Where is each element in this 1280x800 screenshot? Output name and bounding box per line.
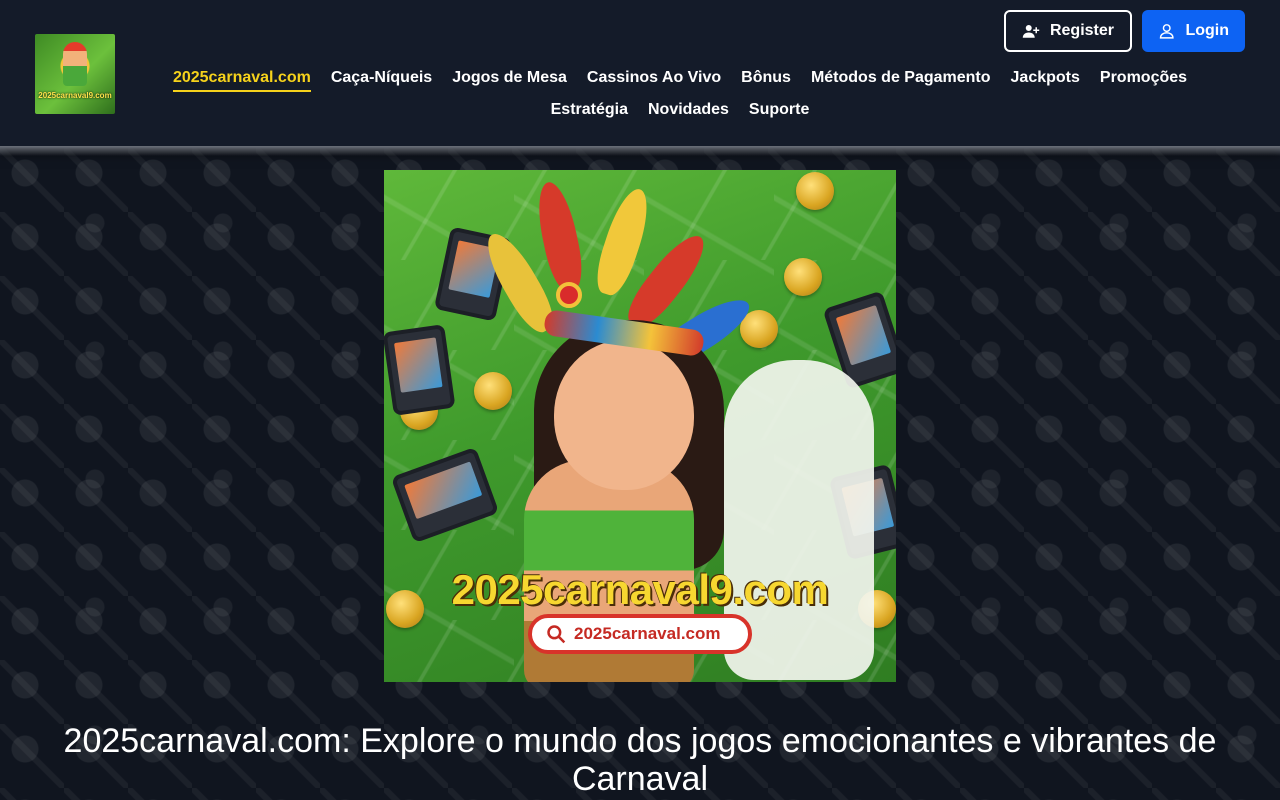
nav-item-live-casinos[interactable]: Cassinos Ao Vivo [587, 68, 721, 92]
register-label: Register [1049, 22, 1114, 39]
site-header: 2025carnaval9.com Register Login 2025car… [0, 0, 1280, 148]
logo-figure [63, 42, 87, 86]
nav-item-news[interactable]: Novidades [648, 100, 729, 122]
login-label: Login [1185, 22, 1229, 39]
logo-text: 2025carnaval9.com [38, 91, 112, 100]
nav-item-home[interactable]: 2025carnaval.com [172, 68, 311, 92]
nav-item-strategy[interactable]: Estratégia [551, 100, 628, 122]
coin-icon [784, 258, 822, 296]
nav-item-promotions[interactable]: Promoções [1100, 68, 1187, 92]
header-shadow [0, 146, 1280, 156]
nav-item-table-games[interactable]: Jogos de Mesa [452, 68, 567, 92]
coin-icon [474, 372, 512, 410]
main-nav: 2025carnaval.com Caça-Níqueis Jogos de M… [160, 68, 1200, 122]
user-plus-icon [1022, 25, 1040, 38]
user-icon [1159, 24, 1174, 39]
headdress-gem [556, 282, 582, 308]
login-button[interactable]: Login [1142, 10, 1245, 52]
nav-item-payment-methods[interactable]: Métodos de Pagamento [811, 68, 991, 92]
nav-item-bonus[interactable]: Bônus [741, 68, 791, 92]
nav-item-jackpots[interactable]: Jackpots [1011, 68, 1080, 92]
character-face [554, 340, 694, 490]
banner-search-pill: 2025carnaval.com [528, 614, 752, 654]
site-logo[interactable]: 2025carnaval9.com [35, 34, 115, 114]
page-title: 2025carnaval.com: Explore o mundo dos jo… [63, 722, 1217, 798]
banner-search-text: 2025carnaval.com [574, 624, 721, 643]
search-icon [547, 625, 566, 644]
game-console-icon [384, 324, 456, 416]
auth-buttons: Register Login [1004, 10, 1245, 52]
nav-item-support[interactable]: Suporte [749, 100, 809, 122]
register-button[interactable]: Register [1004, 10, 1132, 52]
banner-title: 2025carnaval9.com [451, 566, 829, 613]
coin-icon [796, 172, 834, 210]
nav-item-slots[interactable]: Caça-Níqueis [331, 68, 432, 92]
hero-banner-image: 2025carnaval9.com 2025carnaval.com [384, 170, 896, 682]
